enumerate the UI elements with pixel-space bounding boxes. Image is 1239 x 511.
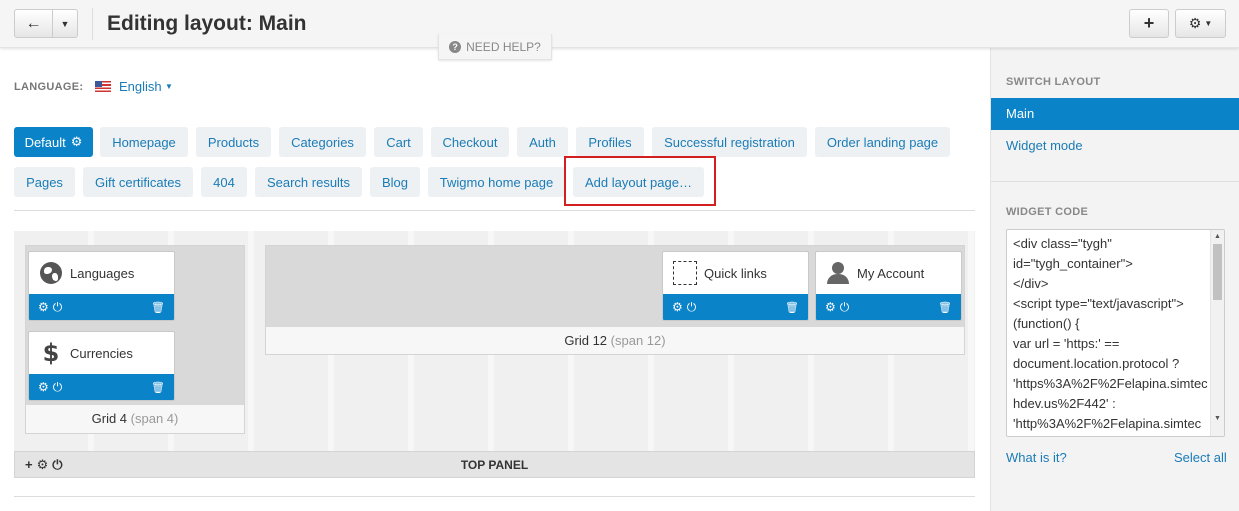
sidebar: SWITCH LAYOUT Main Widget mode WIDGET CO… <box>990 48 1239 511</box>
arrow-left-icon: ← <box>25 14 42 32</box>
tab-checkout[interactable]: Checkout <box>431 127 509 157</box>
gear-icon[interactable]: ⚙ <box>825 300 836 315</box>
widget-code-heading: WIDGET CODE <box>1006 206 1089 218</box>
back-dropdown-button[interactable]: ▼ <box>53 9 78 38</box>
tab-pages[interactable]: Pages <box>14 167 75 197</box>
back-button[interactable]: ← <box>14 9 53 38</box>
grid-4-footer: Grid 4 (span 4) <box>26 405 244 433</box>
tab-order-landing-page[interactable]: Order landing page <box>815 127 950 157</box>
panel-title: TOP PANEL <box>460 458 529 472</box>
header-divider <box>92 8 93 40</box>
grid-name: Grid 12 <box>564 333 608 348</box>
sidebar-divider <box>991 181 1239 182</box>
scroll-down-icon[interactable]: ▼ <box>1214 415 1221 422</box>
language-label: LANGUAGE: <box>14 81 84 93</box>
tab-blog[interactable]: Blog <box>370 167 420 197</box>
layout-item-main[interactable]: Main <box>991 98 1239 130</box>
power-icon[interactable]: ⏻ <box>687 300 697 315</box>
power-icon[interactable]: ⏻ <box>53 380 63 395</box>
grid-span: (span 4) <box>130 411 179 426</box>
plus-icon: + <box>1143 13 1155 33</box>
tab-auth[interactable]: Auth <box>517 127 568 157</box>
grid-name: Grid 4 <box>91 411 128 426</box>
scroll-up-icon[interactable]: ▲ <box>1214 233 1221 240</box>
user-icon <box>826 262 850 284</box>
widget-code-textarea[interactable]: <div class="tygh" id="tygh_container"> <… <box>1006 229 1225 437</box>
block-title: Languages <box>70 265 135 281</box>
back-button-group: ← ▼ <box>14 9 78 38</box>
block-title: My Account <box>857 265 925 281</box>
caret-down-icon: ▼ <box>1204 19 1213 28</box>
dollar-icon: $ <box>42 339 60 367</box>
trash-icon[interactable]: 🗑 <box>785 301 799 314</box>
need-help-button[interactable]: ? NEED HELP? <box>438 34 552 60</box>
trash-icon[interactable]: 🗑 <box>151 301 165 314</box>
need-help-label: NEED HELP? <box>466 39 541 54</box>
globe-icon <box>40 262 62 284</box>
trash-icon[interactable]: 🗑 <box>938 301 952 314</box>
divider <box>14 496 975 497</box>
language-selector[interactable]: English <box>119 79 162 94</box>
tab-twigmo-home-page[interactable]: Twigmo home page <box>428 167 565 197</box>
block-title: Currencies <box>70 345 133 361</box>
power-icon[interactable]: ⏻ <box>840 300 850 315</box>
block-title: Quick links <box>704 265 767 281</box>
tab-categories[interactable]: Categories <box>279 127 366 157</box>
switch-layout-heading: SWITCH LAYOUT <box>1006 76 1101 88</box>
trash-icon[interactable]: 🗑 <box>151 381 165 394</box>
settings-button[interactable]: ⚙ ▼ <box>1175 9 1226 38</box>
widget-code-text: <div class="tygh" id="tygh_container"> <… <box>1013 236 1208 431</box>
what-is-it-link[interactable]: What is it? <box>1006 450 1067 465</box>
caret-down-icon[interactable]: ▼ <box>165 82 173 91</box>
tab-homepage[interactable]: Homepage <box>100 127 188 157</box>
tab-gift-certificates[interactable]: Gift certificates <box>83 167 193 197</box>
gear-icon: ⚙ <box>1188 15 1202 31</box>
divider <box>14 210 975 211</box>
select-all-link[interactable]: Select all <box>1174 450 1227 465</box>
tab-search-results[interactable]: Search results <box>255 167 362 197</box>
tab-profiles[interactable]: Profiles <box>576 127 644 157</box>
grid-12-footer: Grid 12 (span 12) <box>266 327 964 354</box>
question-icon: ? <box>449 40 462 53</box>
scroll-thumb[interactable] <box>1213 244 1222 300</box>
power-icon[interactable]: ⏻ <box>53 300 63 315</box>
block-my-account[interactable]: My Account ⚙ ⏻ 🗑 <box>815 251 962 321</box>
tab-cart[interactable]: Cart <box>374 127 423 157</box>
caret-down-icon: ▼ <box>60 18 70 29</box>
gear-icon[interactable]: ⚙ <box>71 134 83 150</box>
layout-item-widget-mode[interactable]: Widget mode <box>991 130 1239 162</box>
highlight-box <box>564 156 716 206</box>
tab-404[interactable]: 404 <box>201 167 247 197</box>
dotted-square-icon <box>673 261 697 285</box>
gear-icon[interactable]: ⚙ <box>672 300 683 315</box>
textarea-scrollbar[interactable]: ▲ ▼ <box>1210 230 1224 436</box>
page-title: Editing layout: Main <box>107 12 307 35</box>
page-header: ← ▼ Editing layout: Main + ⚙ ▼ <box>0 0 1239 48</box>
grid-span: (span 12) <box>610 333 666 348</box>
tab-successful-registration[interactable]: Successful registration <box>652 127 807 157</box>
block-quick-links[interactable]: Quick links ⚙ ⏻ 🗑 <box>662 251 809 321</box>
top-panel-bar: + ⚙ ⏻ TOP PANEL <box>14 451 975 478</box>
tab-default[interactable]: Default ⚙ <box>14 127 93 157</box>
block-currencies[interactable]: $ Currencies ⚙ ⏻ 🗑 <box>28 331 175 401</box>
us-flag-icon <box>95 81 111 92</box>
tab-products[interactable]: Products <box>196 127 271 157</box>
add-button[interactable]: + <box>1129 9 1169 38</box>
block-languages[interactable]: Languages ⚙ ⏻ 🗑 <box>28 251 175 321</box>
tab-label: Default <box>24 134 66 150</box>
gear-icon[interactable]: ⚙ <box>38 380 49 395</box>
gear-icon[interactable]: ⚙ <box>38 300 49 315</box>
